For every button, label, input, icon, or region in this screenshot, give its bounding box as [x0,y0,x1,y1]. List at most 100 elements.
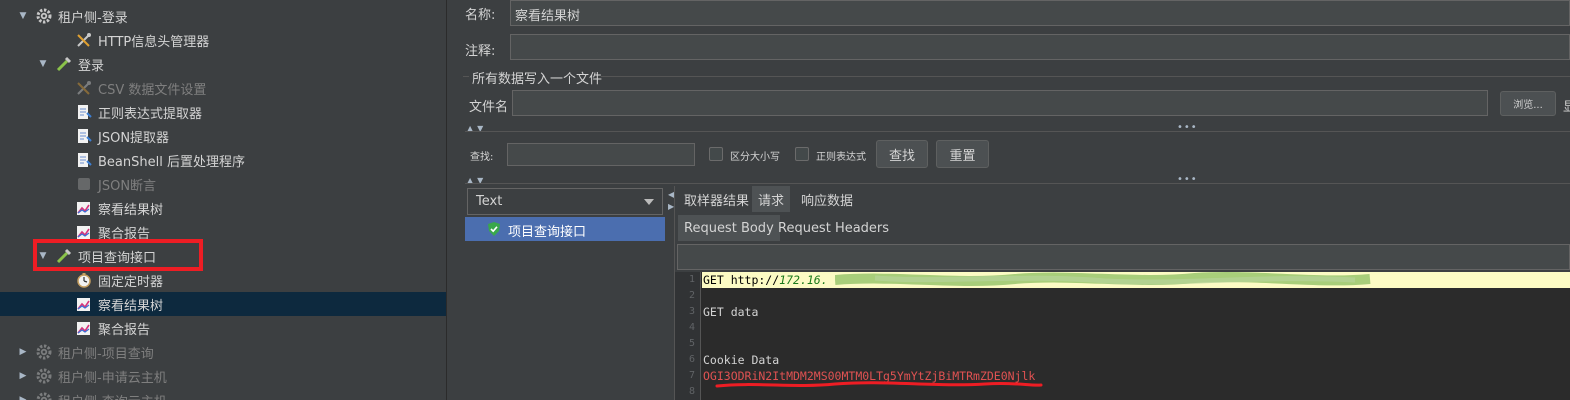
browse-button[interactable]: 浏览... [1500,91,1556,116]
tree-item-label: 租户侧-申请云主机 [58,370,167,386]
result-list-item[interactable]: 项目查询接口 [465,217,665,241]
line-number-gutter: 1 2 3 4 5 6 7 8 [675,272,701,400]
red-highlight-annotation [33,239,203,271]
extractor-icon [75,127,93,145]
case-sensitive-checkbox[interactable] [709,147,723,161]
gear-icon [35,367,53,385]
collapse-arrow-icon [58,107,68,117]
collapse-arrow-icon[interactable]: ▶ [18,347,28,357]
collapse-arrow-icon [58,227,68,237]
collapse-arrow-icon [58,323,68,333]
tree-item[interactable]: BeanShell 后置处理程序 [0,148,446,172]
tree-item[interactable]: 聚合报告 [0,316,446,340]
graph-icon [75,199,93,217]
split-divider[interactable] [446,0,454,400]
test-plan-tree[interactable]: ▼ 租户侧-登录 HTTP信息头管理器 ▼ 登录 CSV 数据文件设置 正则表达式提取器 JS… [0,0,446,400]
tree-item[interactable]: HTTP信息头管理器 [0,28,446,52]
tree-item-label: 察看结果树 [98,202,164,218]
line-number: 3 [688,306,695,317]
tree-item-label: 固定定时器 [98,274,164,290]
tab-request-body[interactable]: Request Body [678,215,780,241]
tab-request-headers[interactable]: Request Headers [772,215,895,241]
filename-label: 文件名 [469,100,509,115]
chevron-down-icon [644,199,654,205]
collapse-arrow-icon [58,35,68,45]
collapse-arrow-icon [58,203,68,213]
tree-item-label: BeanShell 后置处理程序 [98,154,245,170]
tree-item[interactable]: 固定定时器 [0,268,446,292]
tree-item[interactable]: 察看结果树 [0,292,446,316]
fieldset-border-right [601,76,1570,77]
collapse-arrow-icon [58,131,68,141]
tree-item-label: 登录 [78,58,105,74]
collapse-arrow-icon [58,83,68,93]
tree-item-label: 租户侧-登录 [58,10,128,26]
collapse-arrow-icon[interactable]: ▶ [18,371,28,381]
tree-item[interactable]: ▶ 租户侧-申请云主机 [0,364,446,388]
tab-response-data[interactable]: 响应数据 [795,186,859,212]
request-body-editor[interactable]: 1 2 3 4 5 6 7 8 GET http://172.16. GET data Coo… [675,272,1570,400]
search-label: 查找: [470,152,494,163]
check-shield-icon [487,221,501,241]
wrench-icon [75,79,93,97]
regex-label: 正则表达式 [816,152,866,163]
tree-item[interactable]: CSV 数据文件设置 [0,76,446,100]
comment-input[interactable] [510,34,1570,60]
filename-input[interactable] [512,90,1488,116]
line-number: 8 [688,386,695,397]
tab-request[interactable]: 请求 [752,186,791,212]
tree-item[interactable]: 察看结果树 [0,196,446,220]
line-number: 5 [688,338,695,349]
tree-item[interactable]: JSON提取器 [0,124,446,148]
expand-arrow-icon[interactable]: ▼ [18,11,28,21]
case-sensitive-label: 区分大小写 [730,152,780,163]
renderer-select[interactable]: Text [467,188,663,215]
name-input-value: 察看结果树 [515,9,581,24]
regex-checkbox[interactable] [795,147,809,161]
file-section-title: 所有数据写入一个文件 [472,72,603,87]
red-underline-annotation [715,381,1043,388]
code-line-3: GET data [703,305,759,319]
pipette-icon [55,55,73,73]
name-input[interactable]: 察看结果树 [510,0,1570,26]
comment-label: 注释: [465,44,496,59]
splitter-line-1 [465,131,1570,132]
result-tree-panel: 名称: 察看结果树 注释: 所有数据写入一个文件 文件名 浏览... 显 ▲▼ … [455,0,1570,400]
code-line-6: Cookie Data [703,353,780,367]
graph-icon [75,319,93,337]
collapse-arrow-icon[interactable]: ▶ [18,395,28,400]
tree-item[interactable]: ▶ 租户侧-查询云主机 [0,388,446,400]
truncated-label: 显 [1563,100,1570,115]
expand-arrow-icon[interactable]: ▼ [38,59,48,69]
search-input[interactable] [507,143,695,166]
tree-item[interactable]: ▼ 租户侧-登录 [0,4,446,28]
gear-icon [35,391,53,400]
request-search-input[interactable] [677,244,1570,270]
tree-item-label: JSON提取器 [98,130,170,146]
tree-item-label: CSV 数据文件设置 [98,82,207,98]
tree-item[interactable]: JSON断言 [0,172,446,196]
tab-sampler-result[interactable]: 取样器结果 [678,186,755,212]
code-line-1: GET http://172.16. [703,273,828,287]
collapse-arrow-icon [58,179,68,189]
tree-item-label: JSON断言 [98,178,157,194]
tree-item[interactable]: 正则表达式提取器 [0,100,446,124]
tree-item-label: 正则表达式提取器 [98,106,203,122]
tree-item-label: 察看结果树 [98,298,164,314]
reset-button[interactable]: 重置 [936,140,989,168]
line-number: 4 [688,322,695,333]
tree-item-label: 聚合报告 [98,322,151,338]
tree-item[interactable]: ▼ 登录 [0,52,446,76]
collapse-arrow-icon [58,155,68,165]
code-line-1-ip: 172.16. [779,273,828,287]
find-button[interactable]: 查找 [876,140,928,168]
renderer-select-value: Text [476,194,503,209]
tree-item[interactable]: ▶ 租户侧-项目查询 [0,340,446,364]
graph-icon [75,295,93,313]
wrench-icon [75,31,93,49]
redaction-scribble [835,272,1371,286]
timer-icon [75,271,93,289]
result-item-label: 项目查询接口 [508,225,587,240]
gear-icon [35,343,53,361]
collapse-arrow-icon [58,299,68,309]
